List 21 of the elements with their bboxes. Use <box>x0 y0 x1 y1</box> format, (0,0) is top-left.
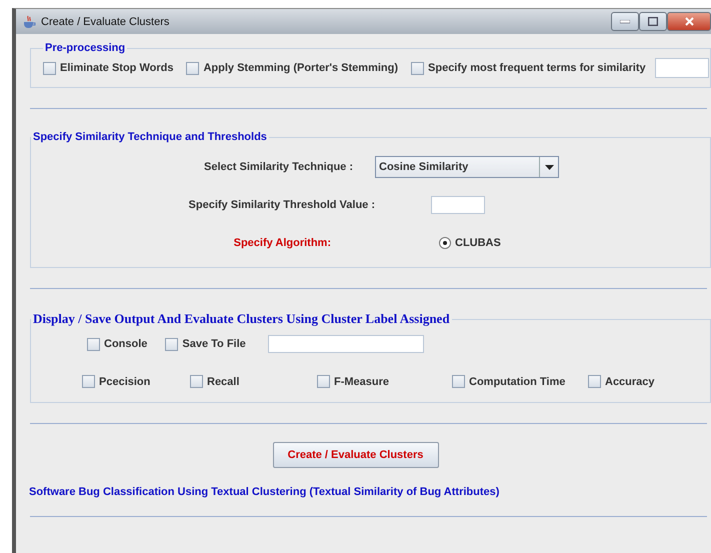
field-label: Specify Algorithm: <box>232 237 331 249</box>
field-label: Select Similarity Technique : <box>203 161 353 173</box>
field-label: Specify Similarity Threshold Value : <box>188 199 375 211</box>
panel-title: Display / Save Output And Evaluate Clusters Using Cluster Label Assigned <box>32 311 451 327</box>
checkbox-label: Save To File <box>182 338 246 350</box>
checkbox-label: Pcecision <box>99 376 150 388</box>
checkbox-label: Console <box>104 338 148 350</box>
checkbox-label: Apply Stemming (Porter's Stemming) <box>203 62 398 74</box>
window-title: Create / Evaluate Clusters <box>41 16 170 28</box>
panel-title: Pre-processing <box>44 42 126 54</box>
radio-label: CLUBAS <box>455 237 501 249</box>
footer-text: Software Bug Classification Using Textual Clustering (Textual Similarity of Bug Attributes) <box>29 486 500 498</box>
checkbox-label: Accuracy <box>605 376 655 388</box>
checkbox-label: Eliminate Stop Words <box>60 62 174 74</box>
checkbox-label: Computation Time <box>469 376 566 388</box>
panel-title: Specify Similarity Technique and Thresholds <box>32 131 268 143</box>
technique-dropdown[interactable]: Cosine Similarity <box>375 156 559 178</box>
checkbox-label: F-Measure <box>334 376 390 388</box>
checkbox-label: Specify most frequent terms for similarity <box>428 62 646 74</box>
checkbox-label: Recall <box>207 376 240 388</box>
create-evaluate-button[interactable]: Create / Evaluate Clusters <box>272 442 438 468</box>
